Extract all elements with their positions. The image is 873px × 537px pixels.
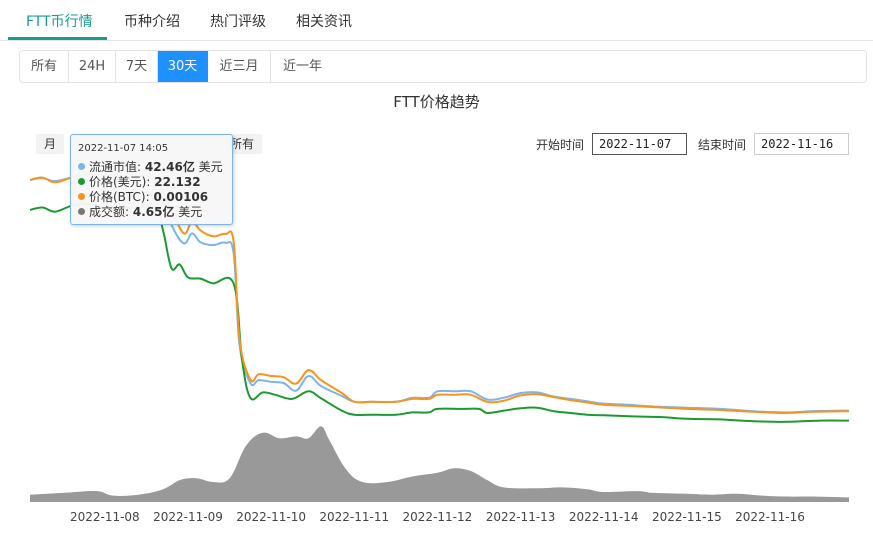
- start-date-input[interactable]: 2022-11-07: [592, 133, 687, 155]
- start-time-label: 开始时间: [536, 138, 585, 152]
- price-chart[interactable]: [0, 0, 873, 537]
- end-time-label: 结束时间: [698, 138, 747, 152]
- x-tick-label: 2022-11-09: [153, 510, 223, 524]
- x-tick-label: 2022-11-16: [735, 510, 805, 524]
- tooltip-label: 成交额:: [89, 205, 133, 219]
- x-tick-label: 2022-11-11: [319, 510, 390, 524]
- x-tick-label: 2022-11-14: [568, 510, 639, 524]
- volume-series: [30, 426, 849, 502]
- x-tick-label: 2022-11-12: [402, 510, 473, 524]
- tooltip-label: 价格(BTC):: [89, 190, 154, 204]
- price-btc-dot-icon: [78, 193, 85, 200]
- tooltip-value: 0.00106: [153, 190, 209, 204]
- zoom-month-button[interactable]: 月: [36, 134, 65, 154]
- tooltip-label: 流通市值:: [89, 160, 145, 174]
- x-tick-label: 2022-11-08: [69, 510, 140, 524]
- price-usd-dot-icon: [78, 178, 85, 185]
- tooltip-value: 4.65亿: [132, 205, 175, 219]
- tooltip-value: 22.132: [154, 175, 201, 189]
- tooltip-time: 2022-11-07 14:05: [78, 143, 169, 154]
- chart-tooltip: 2022-11-07 14:05 流通市值: 42.46亿 美元 价格(美元):…: [70, 134, 233, 225]
- tooltip-unit: 美元: [174, 205, 203, 219]
- volume-dot-icon: [78, 208, 85, 215]
- tooltip-unit: 美元: [194, 160, 223, 174]
- tooltip-value: 42.46亿: [144, 160, 195, 174]
- series-line-price-usd: [29, 202, 850, 423]
- market-cap-dot-icon: [78, 163, 85, 170]
- x-tick-label: 2022-11-13: [485, 510, 556, 524]
- end-date-input[interactable]: 2022-11-16: [754, 133, 849, 155]
- volume-area: [30, 426, 849, 502]
- x-tick-label: 2022-11-10: [236, 510, 306, 524]
- x-tick-label: 2022-11-15: [651, 510, 722, 524]
- tooltip-row-volume: 成交额: 4.65亿 美元: [78, 203, 202, 220]
- tooltip-label: 价格(美元):: [89, 175, 155, 189]
